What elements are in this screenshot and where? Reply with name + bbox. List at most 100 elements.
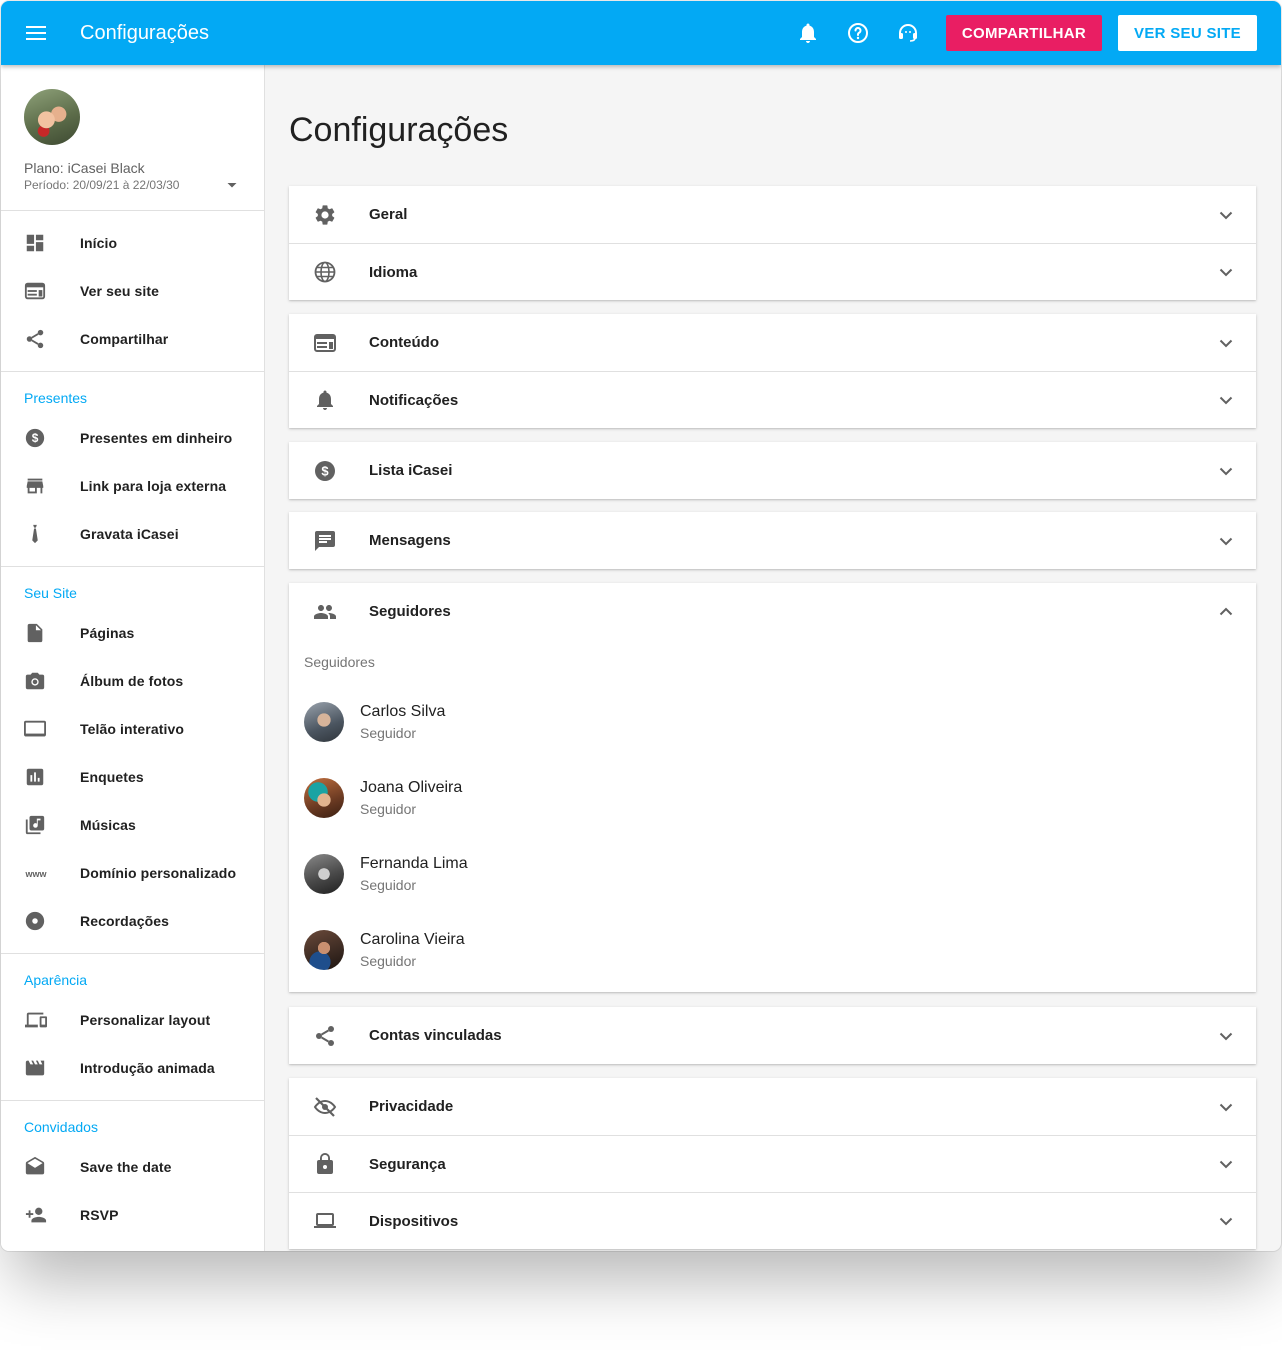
person-add-icon [1, 1204, 80, 1226]
list-item[interactable]: Joana Oliveira Seguidor [289, 760, 1256, 836]
profile-header: Plano: iCasei Black Período: 20/09/21 à … [1, 65, 264, 211]
sidebar-item-label: Ver seu site [80, 283, 160, 299]
sidebar-item-dominio[interactable]: www Domínio personalizado [1, 849, 264, 897]
web-icon [1, 280, 80, 302]
chevron-down-icon[interactable] [1196, 529, 1256, 553]
hamburger-menu-icon[interactable] [1, 1, 71, 65]
sidebar-item-label: Personalizar layout [80, 1012, 211, 1028]
row-mensagens[interactable]: Mensagens [289, 512, 1256, 569]
row-seguranca[interactable]: Segurança [289, 1135, 1256, 1192]
chevron-down-icon[interactable] [1196, 1152, 1256, 1176]
caret-down-icon[interactable] [224, 177, 240, 193]
chevron-down-icon[interactable] [1196, 1209, 1256, 1233]
row-contas-vinculadas[interactable]: Contas vinculadas [289, 1007, 1256, 1064]
sidebar-item-telao[interactable]: Telão interativo [1, 705, 264, 753]
globe-icon [289, 260, 369, 284]
sidebar-item-loja-externa[interactable]: Link para loja externa [1, 462, 264, 510]
chevron-down-icon[interactable] [1196, 1024, 1256, 1048]
list-item[interactable]: Fernanda Lima Seguidor [289, 836, 1256, 912]
row-label: Mensagens [369, 532, 451, 549]
sidebar-item-label: Link para loja externa [80, 478, 227, 494]
chevron-down-icon[interactable] [1196, 331, 1256, 355]
chevron-down-icon[interactable] [1196, 459, 1256, 483]
follower-name: Carlos Silva [360, 703, 446, 720]
chevron-up-icon[interactable] [1196, 600, 1256, 624]
sidebar-item-presentes-dinheiro[interactable]: $ Presentes em dinheiro [1, 414, 264, 462]
devices-icon [1, 1009, 80, 1031]
section-title: Aparência [24, 972, 88, 988]
row-label: Contas vinculadas [369, 1027, 502, 1044]
store-icon [1, 475, 80, 497]
sidebar-item-compartilhar[interactable]: Compartilhar [1, 315, 264, 363]
sidebar-item-album[interactable]: Álbum de fotos [1, 657, 264, 705]
sidebar-item-inicio[interactable]: Início [1, 219, 264, 267]
section-title: Presentes [24, 390, 88, 406]
row-privacidade[interactable]: Privacidade [289, 1078, 1256, 1135]
help-icon[interactable] [834, 9, 882, 57]
dollar-circle-icon: $ [289, 459, 369, 483]
sidebar-item-gravata[interactable]: Gravata iCasei [1, 510, 264, 558]
chevron-down-icon[interactable] [1196, 388, 1256, 412]
list-item[interactable]: Carlos Silva Seguidor [289, 684, 1256, 760]
page-icon [1, 622, 80, 644]
row-dispositivos[interactable]: Dispositivos [289, 1192, 1256, 1249]
chevron-down-icon[interactable] [1196, 203, 1256, 227]
sidebar-item-recordacoes[interactable]: Recordações [1, 897, 264, 945]
sidebar-item-ver-seu-site[interactable]: Ver seu site [1, 267, 264, 315]
top-app-bar: Configurações COMPARTILHAR VER SEU SITE [1, 1, 1281, 65]
row-label: Privacidade [369, 1098, 454, 1115]
sidebar-item-save-the-date[interactable]: Save the date [1, 1143, 264, 1191]
svg-text:$: $ [321, 463, 329, 478]
follower-role: Seguidor [360, 801, 417, 817]
view-site-button[interactable]: VER SEU SITE [1118, 15, 1257, 51]
sidebar-item-musicas[interactable]: Músicas [1, 801, 264, 849]
chevron-down-icon[interactable] [1196, 260, 1256, 284]
monitor-icon [1, 718, 80, 740]
row-geral[interactable]: Geral [289, 186, 1256, 243]
row-seguidores[interactable]: Seguidores [289, 583, 1256, 640]
sidebar-item-rsvp[interactable]: RSVP [1, 1191, 264, 1239]
row-conteudo[interactable]: Conteúdo [289, 314, 1256, 371]
app-window: Configurações COMPARTILHAR VER SEU SITE … [1, 1, 1281, 1251]
support-agent-icon[interactable] [884, 9, 932, 57]
share-button[interactable]: COMPARTILHAR [945, 15, 1103, 51]
music-library-icon [1, 814, 80, 836]
settings-panel-content: Conteúdo Notificações [289, 314, 1256, 428]
web-icon [289, 331, 369, 355]
nav-group-presentes: Presentes $ Presentes em dinheiro Link p… [1, 372, 264, 567]
camera-icon [1, 670, 80, 692]
row-label: Notificações [369, 391, 459, 409]
row-label: Lista iCasei [369, 462, 453, 479]
nav-group-seu-site: Seu Site Páginas Álbum de fotos Telão in… [1, 567, 264, 954]
bell-icon [289, 388, 369, 412]
row-idioma[interactable]: Idioma [289, 243, 1256, 300]
lock-icon [289, 1152, 369, 1176]
svg-text:$: $ [32, 431, 39, 445]
settings-panel-seguidores: Seguidores Seguidores Carlos Silva Segui… [289, 583, 1256, 992]
svg-text:www: www [24, 869, 47, 879]
sidebar-item-enquetes[interactable]: Enquetes [1, 753, 264, 801]
avatar[interactable] [24, 89, 80, 145]
row-label: Dispositivos [369, 1212, 459, 1230]
sidebar-item-label: Músicas [80, 817, 136, 833]
sidebar-item-label: Presentes em dinheiro [80, 430, 233, 446]
row-notificacoes[interactable]: Notificações [289, 371, 1256, 428]
sidebar-item-paginas[interactable]: Páginas [1, 609, 264, 657]
follower-role: Seguidor [360, 725, 417, 741]
list-item[interactable]: Carolina Vieira Seguidor [289, 912, 1256, 988]
nav-group-main: Início Ver seu site Compartilhar [1, 211, 264, 372]
www-icon: www [1, 862, 80, 884]
disc-icon [1, 910, 80, 932]
settings-panel-lista: $ Lista iCasei [289, 442, 1256, 499]
notifications-bell-icon[interactable] [784, 9, 832, 57]
sidebar-item-label: Álbum de fotos [80, 673, 184, 689]
row-lista-icasei[interactable]: $ Lista iCasei [289, 442, 1256, 499]
sidebar-item-personalizar-layout[interactable]: Personalizar layout [1, 996, 264, 1044]
chevron-down-icon[interactable] [1196, 1095, 1256, 1119]
row-label: Seguidores [369, 603, 451, 620]
sidebar-item-introducao[interactable]: Introdução animada [1, 1044, 264, 1092]
sidebar-item-label: Gravata iCasei [80, 526, 179, 542]
row-label: Segurança [369, 1155, 446, 1173]
message-icon [289, 529, 369, 553]
laptop-icon [289, 1209, 369, 1233]
